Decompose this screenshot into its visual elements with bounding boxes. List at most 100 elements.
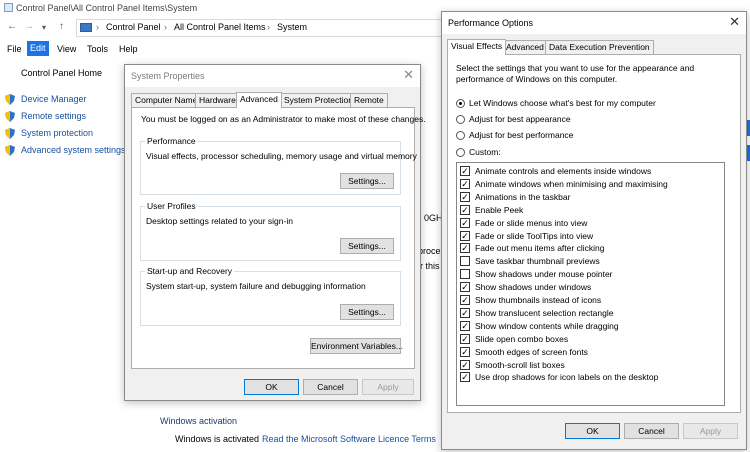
dialog-titlebar: Performance Options ✕ bbox=[442, 12, 746, 34]
checkbox-checked[interactable]: ✓ bbox=[460, 282, 470, 293]
radio-button[interactable] bbox=[456, 131, 465, 140]
dialog-title: System Properties bbox=[131, 71, 205, 81]
breadcrumb-separator-icon: › bbox=[164, 22, 167, 32]
close-icon[interactable]: ✕ bbox=[403, 68, 414, 82]
remote-settings-link[interactable]: Remote settings bbox=[21, 111, 86, 121]
checkbox-unchecked[interactable] bbox=[460, 256, 470, 267]
startup-recovery-group-title: Start-up and Recovery bbox=[145, 266, 235, 276]
tab-advanced[interactable]: Advanced bbox=[236, 92, 282, 108]
checkbox-checked[interactable]: ✓ bbox=[460, 346, 470, 357]
performance-apply-button[interactable]: Apply bbox=[683, 423, 738, 439]
radio-button-selected[interactable] bbox=[456, 99, 465, 108]
system-protection-link[interactable]: System protection bbox=[21, 128, 93, 138]
performance-group-title: Performance bbox=[145, 136, 198, 146]
effect-label: Smooth-scroll list boxes bbox=[475, 359, 565, 370]
checkbox-unchecked[interactable] bbox=[460, 269, 470, 280]
tab-remote[interactable]: Remote bbox=[350, 93, 388, 107]
checkbox-checked[interactable]: ✓ bbox=[460, 295, 470, 305]
back-arrow-icon[interactable]: ← bbox=[7, 21, 17, 32]
windows-activation-heading: Windows activation bbox=[160, 416, 238, 426]
admin-note: You must be logged on as an Administrato… bbox=[141, 114, 426, 124]
checkbox-checked[interactable]: ✓ bbox=[460, 372, 470, 383]
effect-label: Show shadows under windows bbox=[475, 282, 592, 293]
visual-effects-list[interactable]: ✓ Animate controls and elements inside wi… bbox=[456, 162, 725, 406]
checkbox-checked[interactable]: ✓ bbox=[460, 204, 470, 215]
breadcrumb-separator-icon: › bbox=[96, 22, 99, 32]
breadcrumb-control-panel[interactable]: Control Panel bbox=[106, 22, 161, 32]
checkbox-checked[interactable]: ✓ bbox=[460, 333, 470, 344]
effect-label: Save taskbar thumbnail previews bbox=[475, 256, 600, 267]
window-title: Control Panel\All Control Panel Items\Sy… bbox=[16, 3, 198, 13]
checkbox-checked[interactable]: ✓ bbox=[460, 178, 470, 189]
performance-cancel-button[interactable]: Cancel bbox=[624, 423, 679, 439]
checkbox-checked[interactable]: ✓ bbox=[460, 217, 470, 228]
device-manager-link[interactable]: Device Manager bbox=[21, 94, 87, 104]
checkbox-checked[interactable]: ✓ bbox=[460, 230, 470, 241]
performance-description: Visual effects, processor scheduling, me… bbox=[146, 151, 417, 161]
checkbox-checked[interactable]: ✓ bbox=[460, 166, 470, 176]
recent-dropdown-icon[interactable]: ▾ bbox=[42, 23, 46, 32]
radio-button[interactable] bbox=[456, 115, 465, 124]
environment-variables-button[interactable]: Environment Variables... bbox=[310, 338, 403, 354]
uac-shield-icon bbox=[5, 128, 15, 139]
user-profiles-settings-button[interactable]: Settings... bbox=[340, 238, 394, 254]
uac-shield-icon bbox=[5, 145, 15, 156]
control-panel-icon bbox=[80, 23, 92, 32]
activation-status: Windows is activated bbox=[175, 434, 260, 444]
menu-file[interactable]: File bbox=[4, 43, 25, 56]
startup-recovery-settings-button[interactable]: Settings... bbox=[340, 304, 394, 320]
user-profiles-description: Desktop settings related to your sign-in bbox=[146, 216, 293, 226]
effect-label: Fade out menu items after clicking bbox=[475, 243, 605, 254]
intro-text-line1: Select the settings that you want to use… bbox=[456, 63, 695, 73]
radio-button[interactable] bbox=[456, 148, 465, 157]
effect-label: Fade or slide ToolTips into view bbox=[475, 230, 594, 241]
dialog-titlebar: System Properties ✕ bbox=[125, 65, 420, 87]
checkbox-checked[interactable]: ✓ bbox=[460, 243, 470, 254]
effect-label: Show translucent selection rectangle bbox=[475, 307, 614, 318]
tab-hardware[interactable]: Hardware bbox=[195, 93, 240, 107]
effect-label: Animate controls and elements inside win… bbox=[475, 166, 652, 176]
performance-settings-button[interactable]: Settings... bbox=[340, 173, 394, 189]
menu-tools[interactable]: Tools bbox=[84, 43, 111, 56]
close-icon[interactable]: ✕ bbox=[729, 15, 740, 29]
radio-label: Adjust for best appearance bbox=[469, 114, 571, 124]
effect-label: Fade or slide menus into view bbox=[475, 217, 588, 228]
menu-help[interactable]: Help bbox=[116, 43, 141, 56]
advanced-system-settings-link[interactable]: Advanced system settings bbox=[21, 145, 126, 155]
menu-edit[interactable]: Edit bbox=[27, 41, 49, 56]
user-profiles-group-title: User Profiles bbox=[145, 201, 198, 211]
uac-shield-icon bbox=[5, 94, 15, 105]
up-arrow-icon[interactable]: ↑ bbox=[59, 21, 64, 32]
effect-label: Smooth edges of screen fonts bbox=[475, 346, 588, 357]
control-panel-app-icon bbox=[4, 3, 13, 12]
checkbox-checked[interactable]: ✓ bbox=[460, 191, 470, 202]
effect-label: Use drop shadows for icon labels on the … bbox=[475, 372, 659, 383]
control-panel-home-link[interactable]: Control Panel Home bbox=[21, 68, 102, 78]
breadcrumb-all-items[interactable]: All Control Panel Items bbox=[174, 22, 266, 32]
tab-data-execution-prevention[interactable]: Data Execution Prevention bbox=[545, 40, 654, 54]
tab-system-protection[interactable]: System Protection bbox=[280, 93, 357, 107]
checkbox-checked[interactable]: ✓ bbox=[460, 307, 470, 318]
performance-ok-button[interactable]: OK bbox=[565, 423, 620, 439]
tab-visual-effects[interactable]: Visual Effects bbox=[447, 39, 507, 55]
effect-label: Show window contents while dragging bbox=[475, 320, 619, 331]
system-properties-apply-button[interactable]: Apply bbox=[362, 379, 414, 395]
breadcrumb-system[interactable]: System bbox=[277, 22, 307, 32]
effect-label: Animations in the taskbar bbox=[475, 191, 571, 202]
forward-arrow-icon[interactable]: → bbox=[24, 21, 34, 32]
radio-label: Adjust for best performance bbox=[469, 130, 574, 140]
system-properties-ok-button[interactable]: OK bbox=[244, 379, 299, 395]
system-properties-cancel-button[interactable]: Cancel bbox=[303, 379, 358, 395]
tab-computer-name[interactable]: Computer Name bbox=[131, 93, 202, 107]
intro-text-line2: performance of Windows on this computer. bbox=[456, 74, 618, 84]
radio-label: Custom: bbox=[469, 147, 501, 157]
breadcrumb-separator-icon: › bbox=[267, 22, 270, 32]
checkbox-checked[interactable]: ✓ bbox=[460, 320, 470, 331]
checkbox-checked[interactable]: ✓ bbox=[460, 359, 470, 370]
background-text-fragment: proce bbox=[418, 246, 441, 256]
menu-view[interactable]: View bbox=[54, 43, 79, 56]
tab-advanced[interactable]: Advanced bbox=[502, 40, 548, 54]
licence-terms-link[interactable]: Read the Microsoft Software Licence Term… bbox=[262, 434, 436, 444]
startup-recovery-description: System start-up, system failure and debu… bbox=[146, 281, 366, 291]
effect-label: Show thumbnails instead of icons bbox=[475, 295, 602, 305]
